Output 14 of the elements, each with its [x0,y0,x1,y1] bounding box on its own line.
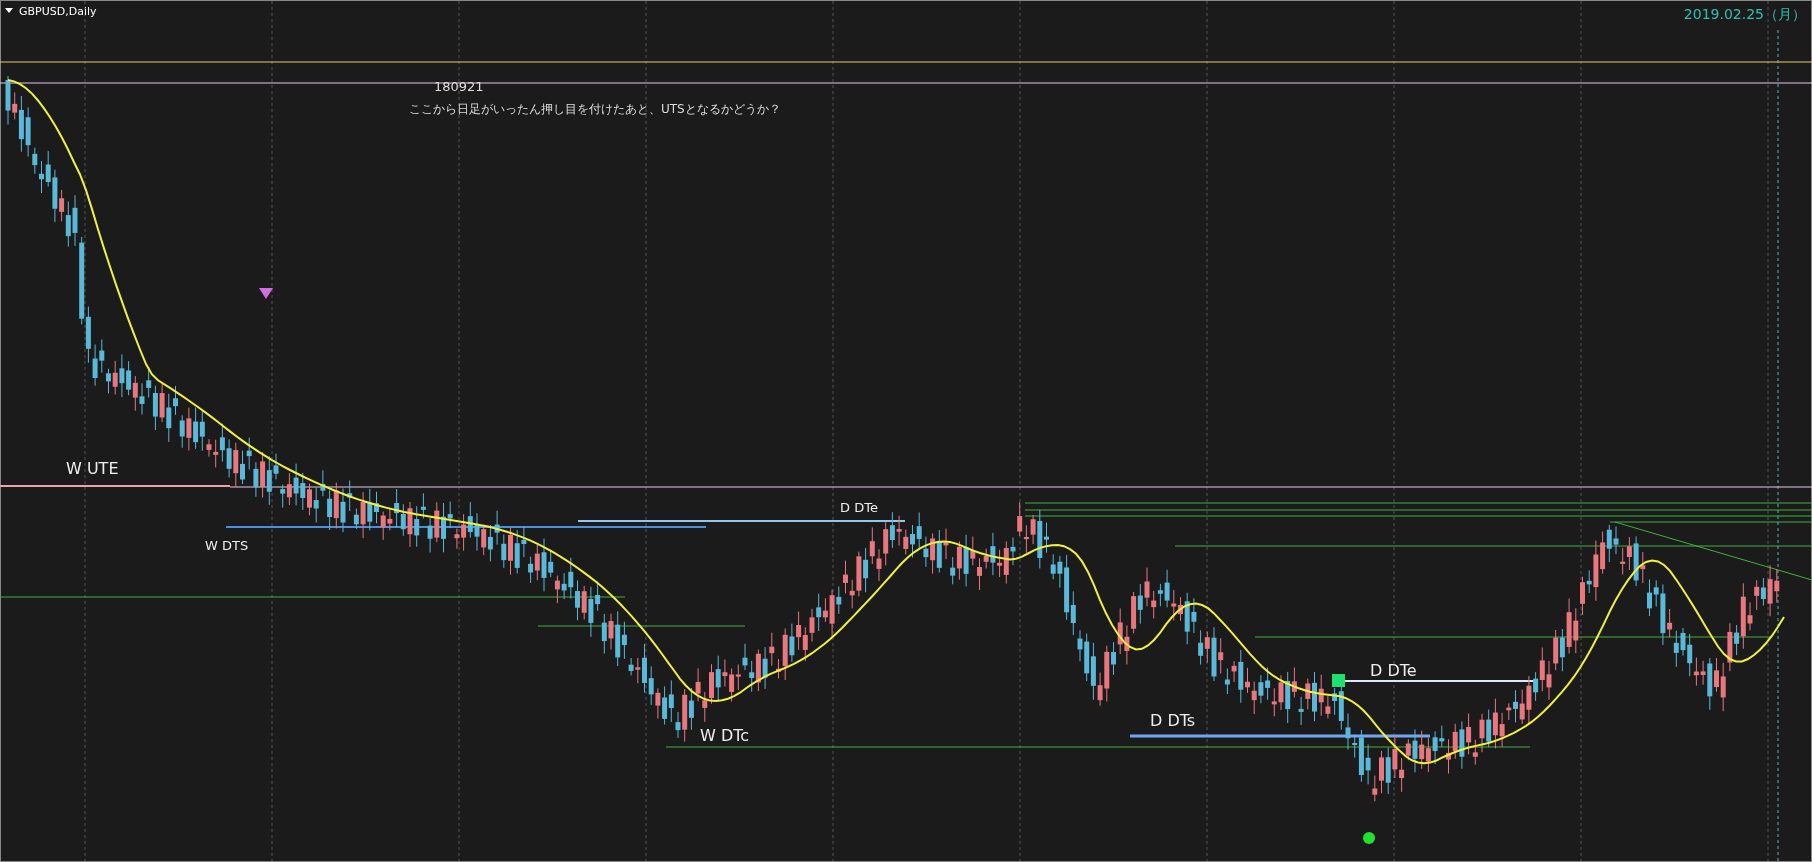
level-label: W DTS [205,538,249,553]
level-label: D DTe [840,500,878,515]
dot-marker-icon [1363,832,1375,844]
level-label: D DTe [1370,661,1417,680]
chart-date: 2019.02.25（月） [1683,6,1806,22]
triangle-marker-icon [259,288,273,299]
level-label: D DTs [1150,711,1196,730]
dropdown-arrow-icon[interactable] [5,8,13,13]
chart-title: GBPUSD,Daily [19,5,97,18]
square-marker-icon [1332,674,1345,687]
level-label: W DTc [700,726,750,745]
level-label: W UTE [66,459,119,478]
annotation-comment: ここから日足がいったん押し目を付けたあと、UTSとなるかどうか？ [409,102,781,116]
annotation-date: 180921 [434,79,484,94]
